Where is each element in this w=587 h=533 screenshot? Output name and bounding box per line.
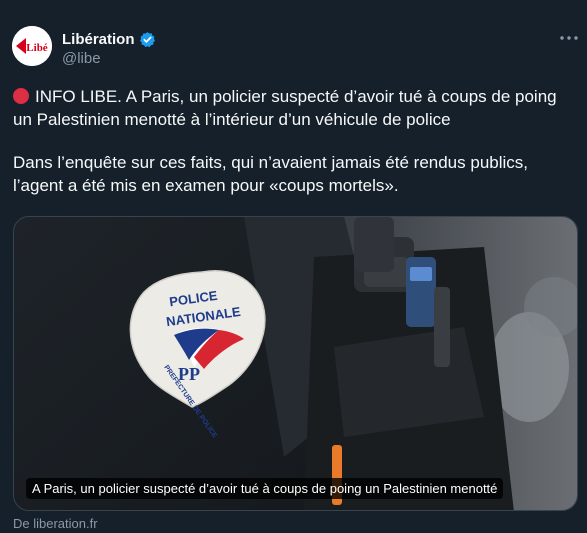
- avatar[interactable]: Libé: [12, 26, 52, 66]
- avatar-logo-text: Libé: [26, 42, 48, 54]
- liberation-logo-icon: Libé: [12, 26, 52, 66]
- red-circle-emoji-icon: [13, 88, 29, 104]
- police-officer-photo: POLICE NATIONALE PP PREFECTURE DE POLICE: [14, 217, 577, 510]
- tweet-text-1: INFO LIBE. A Paris, un policier suspecté…: [13, 87, 557, 129]
- account-handle[interactable]: @libe: [62, 50, 101, 67]
- account-name-row[interactable]: Libération: [62, 29, 156, 49]
- tweet-paragraph-1: INFO LIBE. A Paris, un policier suspecté…: [13, 85, 578, 131]
- link-source[interactable]: De liberation.fr: [13, 516, 98, 531]
- more-options-icon[interactable]: [558, 30, 580, 46]
- account-name[interactable]: Libération: [62, 31, 135, 48]
- media-caption: A Paris, un policier suspecté d’avoir tu…: [26, 478, 504, 499]
- patch-monogram: PP: [178, 364, 200, 384]
- verified-badge-icon: [139, 31, 155, 47]
- media-card[interactable]: POLICE NATIONALE PP PREFECTURE DE POLICE…: [13, 216, 578, 511]
- tweet-paragraph-2: Dans l’enquête sur ces faits, qui n’avai…: [13, 153, 529, 195]
